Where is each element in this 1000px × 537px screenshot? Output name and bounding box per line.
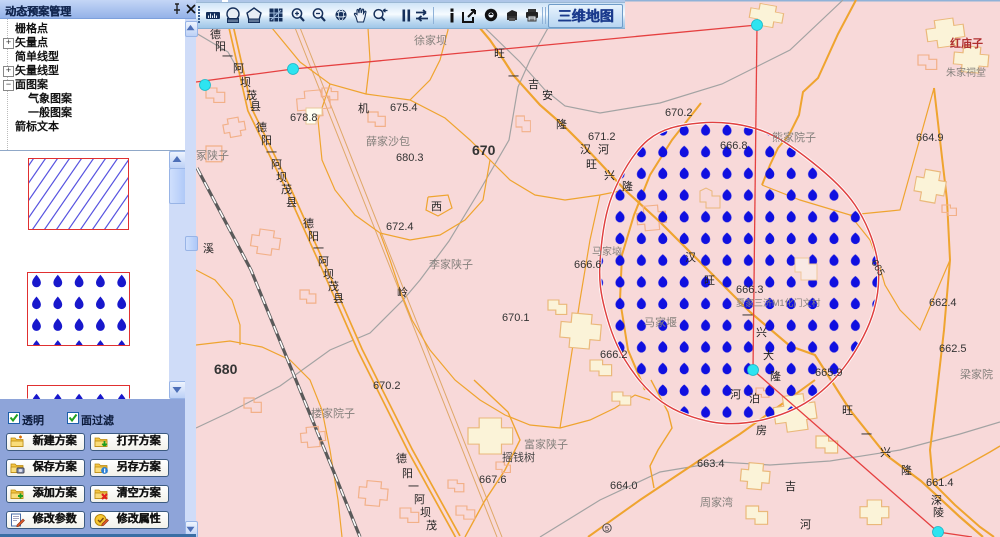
svg-text:汉: 汉 (685, 251, 696, 264)
svg-text:一: 一 (861, 429, 872, 441)
svg-text:吉: 吉 (528, 78, 539, 91)
svg-text:县: 县 (333, 292, 344, 305)
svg-text:夏家三济M1化门文村: 夏家三济M1化门文村 (736, 297, 821, 308)
svg-text:670.1: 670.1 (502, 312, 530, 324)
svg-text:672.4: 672.4 (386, 221, 414, 233)
svg-text:664.9: 664.9 (916, 132, 944, 144)
svg-text:阿: 阿 (271, 158, 282, 171)
svg-text:旺: 旺 (586, 159, 597, 171)
svg-text:665.9: 665.9 (815, 367, 843, 379)
svg-text:河: 河 (800, 518, 811, 531)
svg-text:吉: 吉 (785, 480, 796, 493)
svg-text:泊: 泊 (749, 392, 760, 405)
svg-text:664.0: 664.0 (610, 480, 638, 492)
svg-text:周家湾: 周家湾 (700, 495, 733, 509)
svg-text:阳: 阳 (261, 134, 272, 147)
svg-text:阳: 阳 (308, 230, 319, 243)
svg-text:西: 西 (431, 201, 442, 213)
svg-text:大: 大 (763, 348, 774, 362)
svg-text:县: 县 (286, 196, 297, 209)
svg-text:一: 一 (742, 310, 753, 322)
svg-text:旺: 旺 (704, 275, 715, 287)
svg-text:一: 一 (222, 51, 233, 63)
svg-text:河: 河 (730, 388, 741, 401)
svg-text:一: 一 (508, 71, 519, 83)
svg-text:662.5: 662.5 (939, 343, 967, 355)
svg-text:摇钱树: 摇钱树 (502, 450, 535, 464)
svg-text:红庙子: 红庙子 (950, 36, 983, 50)
svg-text:梁家院: 梁家院 (960, 367, 993, 381)
svg-text:德: 德 (256, 120, 267, 134)
svg-text:旺: 旺 (842, 405, 853, 417)
svg-text:680.3: 680.3 (396, 152, 424, 164)
svg-text:663.4: 663.4 (697, 458, 725, 470)
svg-text:溪: 溪 (203, 242, 214, 255)
svg-text:阿: 阿 (414, 493, 425, 506)
svg-text:667.6: 667.6 (479, 474, 507, 486)
svg-text:675.4: 675.4 (390, 102, 418, 114)
svg-text:马家堰: 马家堰 (644, 315, 677, 329)
svg-text:马家垴: 马家垴 (592, 245, 622, 258)
svg-text:旺: 旺 (494, 48, 505, 60)
svg-text:671.2: 671.2 (588, 131, 616, 143)
svg-text:茂: 茂 (328, 279, 339, 293)
svg-text:666.8: 666.8 (720, 140, 748, 152)
svg-text:阿: 阿 (233, 62, 244, 75)
svg-text:茂: 茂 (426, 518, 437, 532)
svg-text:670.2: 670.2 (665, 107, 693, 119)
svg-text:茂: 茂 (281, 182, 292, 196)
svg-text:河: 河 (598, 143, 609, 156)
svg-text:666.2: 666.2 (600, 349, 628, 361)
svg-text:冢陕子: 冢陕子 (196, 148, 229, 162)
svg-text:县: 县 (250, 100, 261, 113)
svg-text:楼家院子: 楼家院子 (311, 406, 355, 420)
svg-text:670: 670 (472, 142, 496, 158)
svg-text:陵: 陵 (933, 506, 944, 519)
svg-text:670.2: 670.2 (373, 380, 401, 392)
svg-text:阳: 阳 (402, 467, 413, 480)
svg-text:房: 房 (756, 424, 767, 437)
svg-text:隆: 隆 (770, 369, 781, 383)
svg-text:德: 德 (303, 216, 314, 230)
svg-text:德: 德 (210, 27, 221, 41)
svg-text:5: 5 (605, 524, 609, 533)
svg-text:666.6: 666.6 (574, 259, 602, 271)
svg-text:深: 深 (931, 494, 942, 507)
svg-text:岭: 岭 (397, 285, 408, 299)
svg-text:坝: 坝 (323, 267, 334, 281)
svg-text:机: 机 (358, 101, 369, 115)
svg-text:阿: 阿 (318, 255, 329, 268)
svg-text:兴: 兴 (756, 326, 767, 339)
svg-text:678.8: 678.8 (290, 112, 318, 124)
svg-text:一: 一 (408, 481, 419, 493)
svg-text:662.4: 662.4 (929, 297, 957, 309)
svg-text:徐家坝: 徐家坝 (414, 33, 447, 47)
svg-text:一: 一 (313, 243, 324, 255)
svg-text:坝: 坝 (240, 75, 251, 89)
svg-text:666.3: 666.3 (736, 284, 764, 296)
svg-text:坝: 坝 (276, 170, 287, 184)
svg-text:680: 680 (214, 361, 238, 377)
svg-text:德: 德 (396, 451, 407, 465)
svg-text:薛家沙包: 薛家沙包 (366, 134, 410, 148)
svg-text:隆: 隆 (901, 463, 912, 477)
svg-text:熊家院子: 熊家院子 (772, 130, 816, 144)
svg-text:安: 安 (542, 88, 553, 102)
svg-text:隆: 隆 (556, 117, 567, 131)
svg-text:兴: 兴 (880, 446, 891, 459)
svg-text:隆: 隆 (622, 179, 633, 193)
svg-text:坝: 坝 (420, 505, 431, 519)
svg-text:兴: 兴 (604, 169, 615, 182)
svg-text:茂: 茂 (246, 88, 257, 102)
svg-text:富家陕子: 富家陕子 (524, 437, 568, 451)
svg-text:661.4: 661.4 (926, 477, 954, 489)
svg-text:朱家祠堂: 朱家祠堂 (946, 66, 986, 79)
svg-text:李家陕子: 李家陕子 (429, 257, 473, 271)
svg-text:汉: 汉 (580, 143, 591, 156)
svg-text:一: 一 (266, 147, 277, 159)
